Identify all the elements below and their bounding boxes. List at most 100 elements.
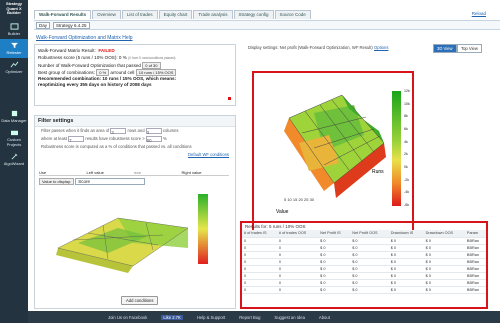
best-row: Best group of combinations: 0 % arround … bbox=[38, 69, 232, 76]
right-pane: Display settings: Net profit (Walk-Forwa… bbox=[240, 44, 488, 309]
filter-text: Filter passes when it finds an area of bbox=[41, 128, 110, 133]
table-row[interactable]: 0 0 $ 0 $ 0 $ 0 $ 0 BBRan bbox=[242, 265, 486, 273]
table-header-cell[interactable]: Net Profit OOS bbox=[350, 230, 389, 238]
display-select[interactable]: Score bbox=[75, 178, 146, 185]
reload-link[interactable]: Reload bbox=[472, 11, 486, 16]
tab-overview[interactable]: Overview bbox=[92, 10, 121, 19]
sidebar-item-data-manager[interactable]: Data Manager bbox=[0, 107, 28, 126]
table-cell: $ 0 bbox=[388, 265, 424, 273]
table-row[interactable]: 0 0 $ 0 $ 0 $ 0 $ 0 BBRan bbox=[242, 251, 486, 259]
columns-spinner[interactable]: 3 bbox=[145, 127, 162, 135]
report-bug-link[interactable]: Report Bug bbox=[239, 315, 260, 320]
result-title-row: Walk-Forward Matrix Result: FAILED bbox=[38, 47, 232, 54]
best-label: Best group of combinations: bbox=[38, 70, 95, 75]
strategy-select[interactable]: Strategy 6.4.25 bbox=[53, 21, 90, 29]
table-cell: $ 0 bbox=[388, 258, 424, 266]
table-cell: 0 bbox=[276, 279, 319, 287]
col-operator: <=> bbox=[134, 170, 142, 175]
passed-value: 0 of 30 bbox=[142, 62, 161, 69]
table-row[interactable]: 0 0 $ 0 $ 0 $ 0 $ 0 BBRan bbox=[242, 237, 486, 245]
table-cell: BBRan bbox=[464, 251, 486, 259]
options-link[interactable]: Options bbox=[374, 45, 388, 50]
col-left-value: Left value bbox=[86, 170, 104, 175]
sidebar-item-builder[interactable]: Builder bbox=[0, 20, 28, 39]
sidebar-item-custom-projects[interactable]: Custom Projects bbox=[0, 126, 28, 150]
sidebar-item-label: AlgoWizard bbox=[3, 161, 25, 166]
table-cell: $ 0 bbox=[318, 272, 351, 280]
sidebar-item-optimizer[interactable]: Optimizer bbox=[0, 58, 28, 77]
table-row[interactable]: 0 0 $ 0 $ 0 $ 0 $ 0 BBRan bbox=[242, 286, 486, 294]
top-view-button[interactable]: Top View bbox=[457, 44, 482, 53]
tab-source-code[interactable]: Source Code bbox=[274, 10, 311, 19]
sidebar-item-algowizard[interactable]: AlgoWizard bbox=[0, 150, 28, 169]
legend-label: -4k bbox=[404, 190, 409, 195]
table-cell: 0 bbox=[242, 272, 277, 280]
mini-3d-chart[interactable] bbox=[38, 188, 238, 288]
help-link[interactable]: Walk-Forward Optimization and Matrix Hel… bbox=[36, 35, 133, 41]
table-row[interactable]: 0 0 $ 0 $ 0 $ 0 $ 0 BBRan bbox=[242, 279, 486, 287]
table-cell: $ 0 bbox=[350, 272, 389, 280]
table-cell: 0 bbox=[242, 244, 277, 252]
table-row[interactable]: 0 0 $ 0 $ 0 $ 0 $ 0 BBRan bbox=[242, 272, 486, 280]
legend-label: 10k bbox=[404, 101, 410, 106]
table-header-cell[interactable]: Drawdown OOS bbox=[423, 230, 465, 238]
table-cell: $ 0 bbox=[388, 272, 424, 280]
table-cell: BBRan bbox=[464, 237, 486, 245]
default-wf-link[interactable]: Default WF conditions bbox=[188, 152, 229, 157]
table-cell: 0 bbox=[276, 265, 319, 273]
help-support-link[interactable]: Help & Support bbox=[197, 315, 225, 320]
tab-list-of-trades[interactable]: List of trades bbox=[121, 10, 158, 19]
table-row[interactable]: 0 0 $ 0 $ 0 $ 0 $ 0 BBRan bbox=[242, 244, 486, 252]
table-cell: $ 0 bbox=[423, 265, 465, 273]
suggest-idea-link[interactable]: Suggest an Idea bbox=[274, 315, 305, 320]
table-cell: 0 bbox=[276, 244, 319, 252]
filter-title: Filter settings bbox=[35, 116, 235, 127]
filter-settings: Filter settings Filter passes when it fi… bbox=[34, 115, 236, 309]
table-cell: $ 0 bbox=[318, 286, 351, 294]
score-spinner[interactable]: 50 bbox=[145, 135, 162, 143]
legend-label: 0k bbox=[404, 164, 408, 169]
table-cell: $ 0 bbox=[423, 286, 465, 294]
status-badge: FAILED bbox=[98, 48, 115, 53]
table-header-cell[interactable]: Drawdown IS bbox=[388, 230, 424, 238]
table-header-cell[interactable]: Param bbox=[464, 230, 486, 238]
filter-icon bbox=[10, 42, 18, 49]
table-cell: BBRan bbox=[464, 272, 486, 280]
legend-labels: 12k 10k 8k 6k 4k 2k 0k -2k -4k -6k bbox=[404, 89, 416, 207]
table-cell: BBRan bbox=[464, 244, 486, 252]
sidebar-item-label: Data Manager bbox=[1, 118, 27, 123]
sidebar-item-retester[interactable]: Retester bbox=[0, 39, 28, 58]
table-cell: $ 0 bbox=[423, 279, 465, 287]
facebook-link[interactable]: Join Us on Facebook bbox=[108, 315, 147, 320]
filter-text: where at least bbox=[41, 136, 68, 141]
period-select[interactable]: Day bbox=[36, 21, 51, 29]
add-conditions-button[interactable]: Add conditions bbox=[121, 296, 159, 305]
legend-label: 2k bbox=[404, 152, 408, 157]
count-spinner[interactable]: 7 bbox=[68, 135, 85, 143]
table-cell: $ 0 bbox=[318, 251, 351, 259]
filter-line-2: where at least 7 results have robustness… bbox=[35, 135, 235, 143]
tab-strategy-config[interactable]: Strategy config bbox=[233, 10, 274, 19]
table-row[interactable]: 0 0 $ 0 $ 0 $ 0 $ 0 BBRan bbox=[242, 258, 486, 266]
tab-equity-chart[interactable]: Equity chart bbox=[158, 10, 193, 19]
color-legend-bar bbox=[392, 91, 401, 206]
about-link[interactable]: About bbox=[319, 315, 330, 320]
matrix-result-box: Walk-Forward Matrix Result: FAILED Robus… bbox=[34, 44, 236, 106]
results-table: # of trades IS # of trades OOS Net Profit … bbox=[242, 230, 486, 294]
table-cell: BBRan bbox=[464, 265, 486, 273]
3d-surface-chart[interactable]: Runs Value 5 10 15 20 25 30 12k 10k 8k 6k 4k… bbox=[252, 71, 414, 234]
like-button[interactable]: Like 2.7K bbox=[161, 314, 183, 320]
table-header-cell[interactable]: # of trades OOS bbox=[276, 230, 319, 238]
results-table-panel: Results for: 5 runs / 10% OOS # of trade… bbox=[240, 221, 488, 309]
legend-label: -2k bbox=[404, 177, 409, 182]
table-header-cell[interactable]: # of trades IS bbox=[242, 230, 277, 238]
rows-spinner[interactable]: 3 bbox=[110, 127, 127, 135]
3d-view-button[interactable]: 3D View bbox=[433, 44, 457, 53]
filter-line-1: Filter passes when it finds an area of 3… bbox=[35, 127, 235, 135]
table-cell: $ 0 bbox=[350, 251, 389, 259]
tab-trade-analysis[interactable]: Trade analysis bbox=[193, 10, 233, 19]
table-header-cell[interactable]: Net Profit IS bbox=[318, 230, 351, 238]
tab-walk-forward-results[interactable]: Walk-Forward Results bbox=[34, 10, 92, 19]
projects-icon bbox=[10, 130, 18, 136]
cell-value: 10 runs / 15% OOS bbox=[135, 69, 177, 76]
